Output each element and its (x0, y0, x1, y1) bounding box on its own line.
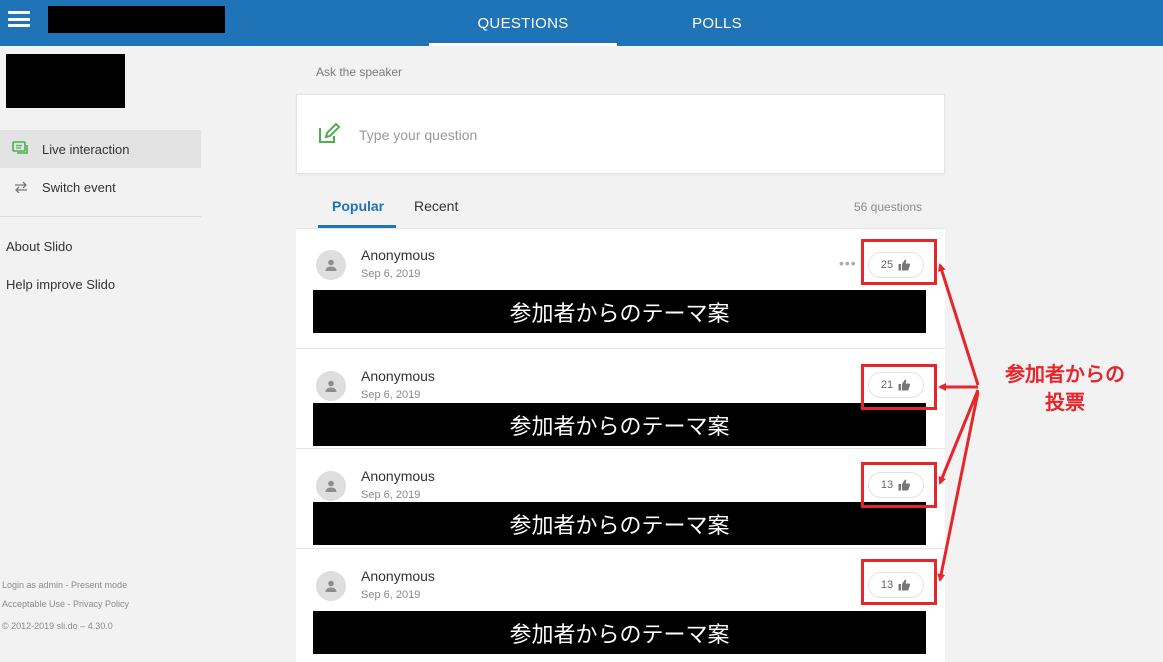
question-card: Anonymous Sep 6, 2019 ••• 25 参加者からのテーマ案 (296, 228, 945, 348)
sidebar-item-label: Live interaction (42, 141, 130, 157)
tab-popular[interactable]: Popular (332, 198, 384, 214)
ask-question-box[interactable] (296, 94, 945, 174)
question-card: Anonymous Sep 6, 2019 21 参加者からのテーマ案 (296, 348, 945, 448)
help-improve-link[interactable]: Help improve Slido (6, 277, 115, 292)
avatar (316, 471, 346, 501)
top-bar: QUESTIONS POLLS (0, 0, 1163, 46)
tab-questions[interactable]: QUESTIONS (429, 0, 617, 46)
annotation-arrow (937, 263, 980, 386)
menu-icon[interactable] (8, 11, 30, 27)
question-text: 参加者からのテーマ案 (313, 611, 926, 654)
footer-login[interactable]: Login as admin - Present mode (2, 580, 127, 590)
question-date: Sep 6, 2019 (361, 489, 421, 501)
question-text: 参加者からのテーマ案 (313, 403, 926, 446)
switch-arrows-icon (0, 181, 42, 193)
question-card: Anonymous Sep 6, 2019 13 参加者からのテーマ案 (296, 548, 945, 662)
ask-speaker-label: Ask the speaker (316, 65, 403, 79)
event-name-redacted (48, 6, 225, 33)
annotation-arrow (938, 389, 980, 485)
sidebar-item-switch-event[interactable]: Switch event (0, 168, 201, 206)
vote-highlight-box (861, 462, 937, 508)
question-author: Anonymous (361, 368, 435, 384)
question-text: 参加者からのテーマ案 (313, 502, 926, 545)
person-icon (325, 580, 337, 592)
question-date: Sep 6, 2019 (361, 389, 421, 401)
sidebar-item-live-interaction[interactable]: Live interaction (0, 130, 201, 168)
question-author: Anonymous (361, 568, 435, 584)
annotation-line-1: 参加者からの (1005, 362, 1125, 386)
person-icon (325, 259, 337, 271)
compose-icon (317, 122, 341, 150)
question-card: Anonymous Sep 6, 2019 13 参加者からのテーマ案 (296, 448, 945, 548)
more-options-icon[interactable]: ••• (839, 255, 857, 271)
about-slido-link[interactable]: About Slido (6, 239, 73, 254)
footer-copyright: © 2012-2019 sli.do – 4.30.0 (2, 621, 113, 631)
vote-highlight-box (861, 364, 937, 410)
annotation-line-2: 投票 (1045, 390, 1085, 414)
question-author: Anonymous (361, 468, 435, 484)
sidebar-divider (0, 216, 201, 217)
tab-polls[interactable]: POLLS (623, 0, 811, 46)
avatar (316, 371, 346, 401)
sidebar-item-label: Switch event (42, 179, 116, 195)
sidebar: Live interaction Switch event About Slid… (0, 46, 201, 662)
footer-legal[interactable]: Acceptable Use - Privacy Policy (2, 599, 129, 609)
question-text: 参加者からのテーマ案 (313, 290, 926, 333)
vote-highlight-box (861, 239, 937, 285)
chat-icon (0, 141, 42, 157)
person-icon (325, 480, 337, 492)
question-input[interactable] (359, 123, 919, 147)
vote-highlight-box (861, 559, 937, 605)
avatar (316, 571, 346, 601)
question-date: Sep 6, 2019 (361, 589, 421, 601)
annotation-label: 参加者からの 投票 (985, 360, 1145, 416)
event-logo-redacted (6, 54, 125, 108)
question-date: Sep 6, 2019 (361, 268, 421, 280)
avatar (316, 250, 346, 280)
question-author: Anonymous (361, 247, 435, 263)
annotation-arrow (937, 391, 980, 582)
question-count: 56 questions (854, 200, 923, 214)
person-icon (325, 380, 337, 392)
tab-recent[interactable]: Recent (414, 198, 458, 214)
